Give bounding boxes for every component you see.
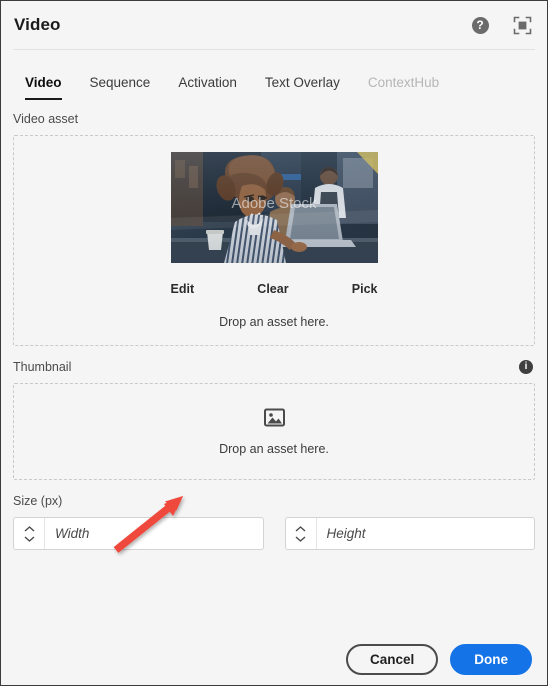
header-actions: ? <box>469 14 533 36</box>
width-stepper[interactable] <box>13 517 264 550</box>
chevron-up-icon <box>24 525 34 532</box>
watermark-text: Adobe Stock <box>231 195 317 212</box>
asset-action-row: Edit Clear Pick <box>171 282 378 296</box>
cancel-button[interactable]: Cancel <box>345 644 439 675</box>
thumbnail-label: Thumbnail <box>13 360 72 374</box>
help-glyph: ? <box>471 16 489 34</box>
chevron-down-icon <box>24 535 34 542</box>
tab-bar: Video Sequence Activation Text Overlay C… <box>1 50 547 100</box>
size-input-row <box>1 517 547 550</box>
video-asset-drop-hint: Drop an asset here. <box>219 315 329 329</box>
video-component-dialog: Video ? Video Sequence Activation Text O… <box>0 0 548 686</box>
help-circle-icon[interactable]: ? <box>469 14 491 36</box>
tab-sequence[interactable]: Sequence <box>76 75 165 100</box>
clear-asset-button[interactable]: Clear <box>257 282 288 296</box>
width-stepper-arrows[interactable] <box>14 518 45 549</box>
select-fullscreen-icon[interactable] <box>511 14 533 36</box>
edit-asset-button[interactable]: Edit <box>171 282 195 296</box>
size-label: Size (px) <box>13 494 63 508</box>
info-circle-icon[interactable]: i <box>519 360 533 374</box>
tab-video[interactable]: Video <box>15 75 76 100</box>
height-stepper[interactable] <box>284 517 535 550</box>
thumbnail-drop-hint: Drop an asset here. <box>219 441 329 456</box>
tab-contexthub: ContextHub <box>367 75 440 90</box>
image-icon <box>263 408 285 432</box>
chevron-down-icon <box>295 535 306 542</box>
height-stepper-arrows[interactable] <box>285 518 317 549</box>
pick-asset-button[interactable]: Pick <box>352 282 378 296</box>
video-asset-thumbnail[interactable]: Adobe Stock <box>170 152 378 263</box>
chevron-up-icon <box>295 525 306 532</box>
height-input[interactable] <box>316 518 534 549</box>
page-title: Video <box>14 15 61 34</box>
tab-text-overlay[interactable]: Text Overlay <box>251 75 354 100</box>
width-input[interactable] <box>45 518 263 549</box>
thumbnail-dropzone[interactable]: Drop an asset here. <box>13 383 535 480</box>
dialog-footer: Cancel Done <box>1 634 547 685</box>
thumbnail-label-row: Thumbnail i <box>1 360 547 374</box>
dialog-header: Video ? <box>1 1 547 49</box>
done-button[interactable]: Done <box>450 644 532 675</box>
tab-activation[interactable]: Activation <box>164 75 251 100</box>
video-asset-dropzone[interactable]: Adobe Stock Edit Clear Pick Drop an asse… <box>13 135 535 346</box>
video-asset-label: Video asset <box>13 112 79 126</box>
